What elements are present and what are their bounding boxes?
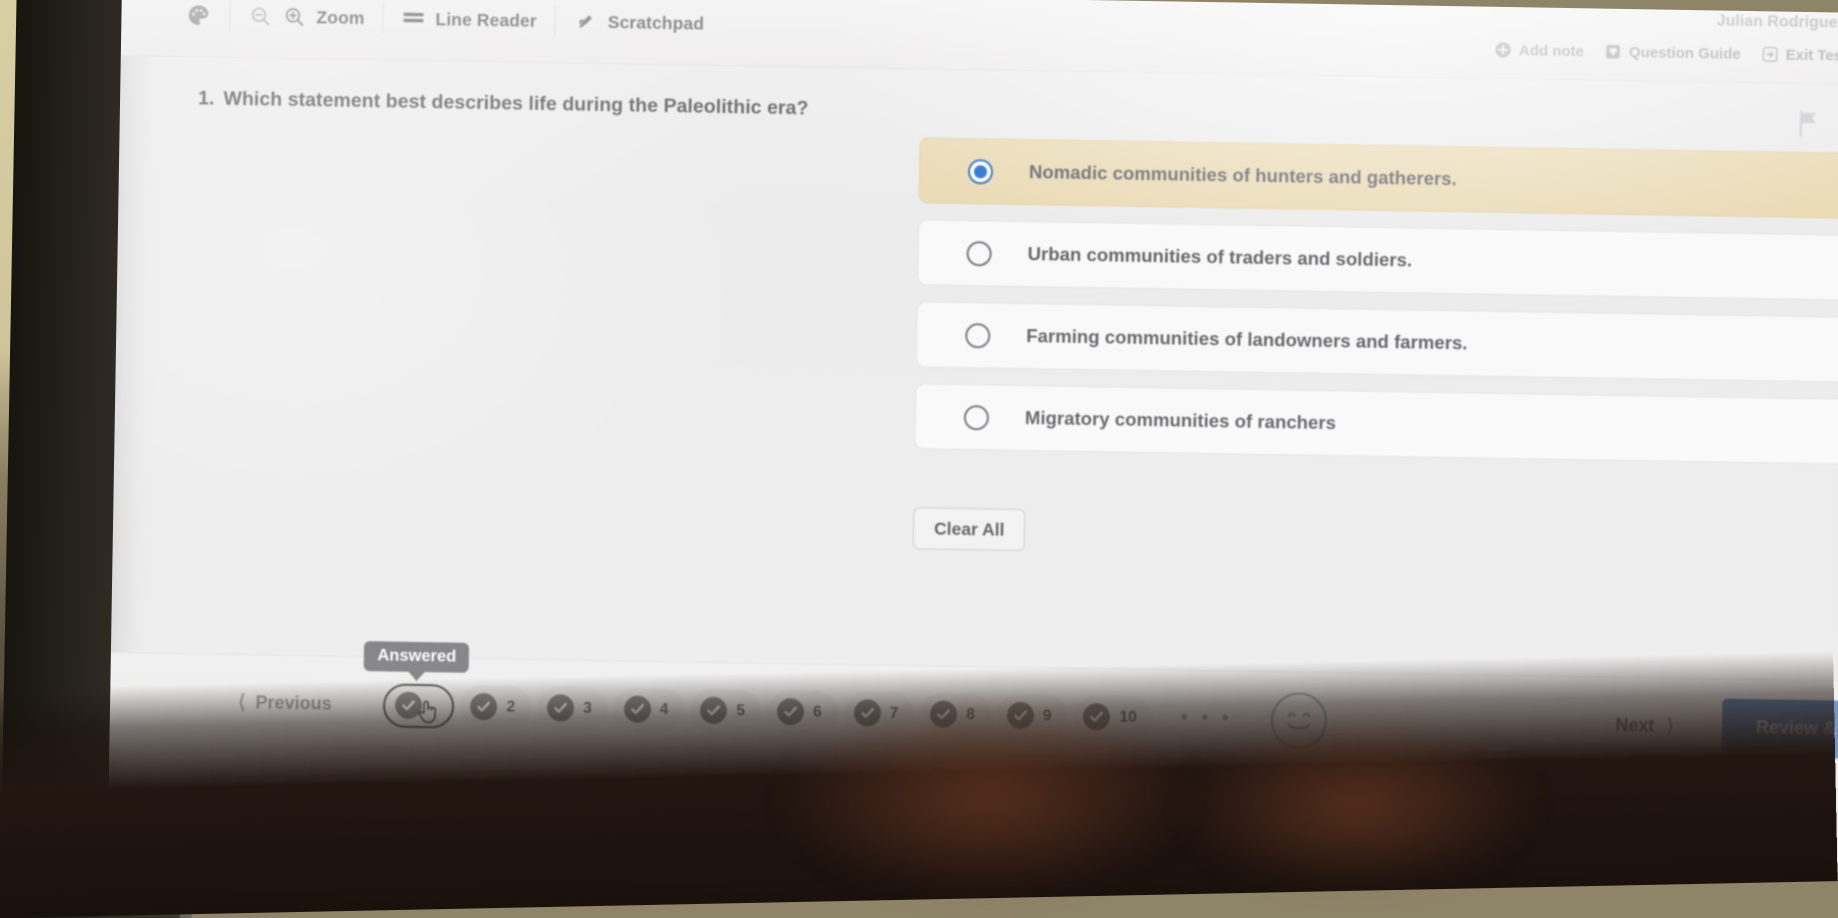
option-label: Urban communities of traders and soldier…: [1027, 243, 1413, 271]
answered-check-icon: [853, 699, 881, 727]
add-note-icon: [1494, 41, 1512, 59]
next-button[interactable]: Next ⟩: [1615, 714, 1674, 738]
zoom-out-icon[interactable]: [248, 4, 272, 28]
previous-button[interactable]: ⟨ Previous: [238, 691, 332, 716]
question-pill-7[interactable]: 7: [843, 690, 915, 736]
question-pill-number: 4: [659, 700, 669, 718]
question-pill-number: 3: [583, 699, 592, 717]
answer-option[interactable]: Nomadic communities of hunters and gathe…: [918, 137, 1838, 220]
option-label: Migratory communities of ranchers: [1024, 407, 1337, 434]
answered-check-icon: [1006, 701, 1035, 730]
question-pill-number: 6: [812, 703, 822, 721]
question-number: 1.: [197, 87, 215, 110]
radio-button[interactable]: [965, 322, 991, 348]
answered-check-icon: [776, 697, 805, 726]
exit-test-button[interactable]: Exit Test: [1761, 45, 1838, 64]
line-reader-button[interactable]: Line Reader: [383, 0, 555, 41]
question-guide-button[interactable]: Question Guide: [1604, 43, 1741, 63]
clear-all-row: Clear All: [912, 507, 1838, 565]
answered-tooltip: Answered: [364, 640, 470, 673]
answered-check-icon: [470, 692, 498, 721]
question-text: Which statement best describes life duri…: [223, 87, 809, 120]
user-name: Julian Rodriguez: [1716, 12, 1838, 32]
clear-all-button[interactable]: Clear All: [912, 507, 1026, 552]
question-guide-icon: [1604, 43, 1622, 61]
answer-options-list: Nomadic communities of hunters and gathe…: [914, 137, 1838, 481]
radio-button[interactable]: [963, 404, 990, 430]
question-pill-number: 5: [736, 701, 746, 719]
question-pill-number: 8: [966, 705, 975, 723]
add-note-button[interactable]: Add note: [1494, 41, 1584, 60]
answer-option[interactable]: Urban communities of traders and soldier…: [917, 219, 1838, 302]
top-toolbar: Zoom Line Reader Scratchpad Julian Rodri…: [120, 0, 1838, 86]
smiley-face-icon[interactable]: [1270, 691, 1328, 749]
radio-button[interactable]: [966, 240, 992, 266]
previous-label: Previous: [255, 692, 332, 714]
question-pill-list: Answered 2 3 4 5 6 7 8 9 10 • • •: [364, 640, 1328, 749]
navigation-right-group: Next ⟩ Review &: [1615, 677, 1838, 777]
chevron-left-icon: ⟨: [237, 692, 246, 714]
photograph-of-laptop-screen: Zoom Line Reader Scratchpad Julian Rodri…: [0, 0, 1838, 918]
answered-check-icon: [700, 696, 728, 725]
question-pill-number: 9: [1042, 706, 1052, 725]
add-note-label: Add note: [1518, 41, 1585, 60]
toolbar-actions: Add note Question Guide Exit Test: [1494, 41, 1838, 65]
palette-icon: [185, 2, 211, 28]
scratchpad-icon: [574, 9, 598, 33]
hand-cursor-icon: [415, 696, 442, 731]
zoom-in-icon[interactable]: [282, 5, 306, 29]
question-pill-number: 7: [889, 704, 899, 722]
flag-icon[interactable]: [1796, 110, 1823, 143]
palette-button[interactable]: [167, 0, 230, 36]
scratchpad-button[interactable]: Scratchpad: [555, 1, 722, 44]
answer-option[interactable]: Farming communities of landowners and fa…: [915, 301, 1838, 384]
test-application-screen: Zoom Line Reader Scratchpad Julian Rodri…: [107, 0, 1838, 874]
question-pill-8[interactable]: 8: [919, 691, 992, 738]
option-label: Nomadic communities of hunters and gathe…: [1028, 161, 1457, 190]
zoom-controls[interactable]: Zoom: [230, 0, 383, 38]
line-reader-icon: [401, 10, 425, 28]
answered-check-icon: [623, 695, 651, 723]
answered-check-icon: [546, 694, 575, 722]
question-guide-label: Question Guide: [1628, 43, 1741, 63]
radio-button[interactable]: [967, 158, 994, 184]
toolbar-tools-group: Zoom Line Reader Scratchpad: [167, 0, 722, 50]
answered-check-icon: [1083, 703, 1111, 731]
review-and-submit-button[interactable]: Review &: [1721, 698, 1838, 759]
line-reader-label: Line Reader: [435, 8, 537, 31]
question-pill-9[interactable]: 9: [996, 693, 1068, 739]
exit-test-label: Exit Test: [1785, 46, 1838, 65]
question-pill-3[interactable]: 3: [536, 685, 609, 731]
question-pill-number: 2: [506, 697, 516, 716]
answered-check-icon: [930, 700, 958, 728]
bottom-navigation-bar: ⟨ Previous Answered 2 3 4 5 6 7 8 9 10 •…: [109, 640, 1838, 778]
question-pill-1[interactable]: Answered: [364, 640, 470, 731]
next-label: Next: [1615, 714, 1655, 736]
question-prompt: 1. Which statement best describes life du…: [198, 87, 809, 120]
question-pill-5[interactable]: 5: [690, 688, 762, 734]
more-questions-ellipsis[interactable]: • • •: [1181, 707, 1233, 731]
question-pill-10[interactable]: 10: [1073, 694, 1154, 740]
exit-test-icon: [1761, 45, 1779, 63]
question-pill-6[interactable]: 6: [766, 689, 838, 735]
question-pill-4[interactable]: 4: [613, 686, 685, 732]
scratchpad-label: Scratchpad: [607, 11, 705, 34]
question-pill-number: 10: [1119, 708, 1137, 726]
answer-option[interactable]: Migratory communities of ranchers: [914, 383, 1838, 466]
zoom-label: Zoom: [316, 6, 365, 28]
chevron-right-icon: ⟩: [1666, 715, 1675, 737]
toolbar-right-group: Julian Rodriguez Add note Question Guide…: [1243, 3, 1838, 85]
option-label: Farming communities of landowners and fa…: [1026, 325, 1468, 354]
question-pill-2[interactable]: 2: [460, 684, 532, 730]
